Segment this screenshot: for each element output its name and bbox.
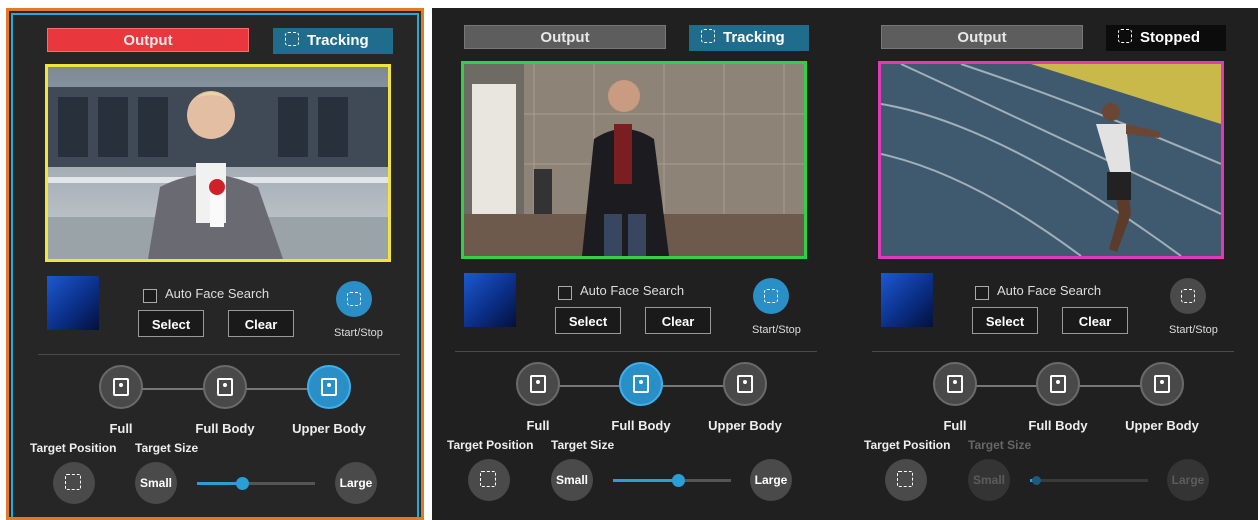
mode-full-label: Full <box>943 418 967 433</box>
select-button[interactable]: Select <box>138 310 204 337</box>
target-position-icon <box>480 471 496 487</box>
auto-face-search-label: Auto Face Search <box>997 283 1102 298</box>
tracking-frame-icon <box>1118 29 1132 43</box>
target-position-label: Target Position <box>864 438 951 452</box>
camera-panel-1: Output Tracking Auto Face Search Select … <box>6 8 424 520</box>
upper-body-icon <box>1154 375 1170 393</box>
auto-face-search-label: Auto Face Search <box>580 283 685 298</box>
mode-full-body-button[interactable] <box>619 362 663 406</box>
color-swatch <box>464 273 516 327</box>
start-stop-button[interactable] <box>1170 278 1206 314</box>
color-swatch <box>47 276 99 330</box>
size-small-button[interactable]: Small <box>551 459 593 501</box>
tracking-frame-icon <box>764 289 778 303</box>
tracking-frame-icon <box>1181 289 1195 303</box>
target-position-icon <box>65 474 81 490</box>
target-position-label: Target Position <box>30 441 117 455</box>
mode-full-body-label: Full Body <box>1028 418 1088 433</box>
mode-full-body-button[interactable] <box>1036 362 1080 406</box>
start-stop-label: Start/Stop <box>1169 324 1218 336</box>
divider <box>38 354 400 355</box>
mode-upper-body-label: Upper Body <box>292 421 366 436</box>
target-position-button[interactable] <box>885 459 927 501</box>
mode-full-body-label: Full Body <box>611 418 671 433</box>
mode-full-button[interactable] <box>933 362 977 406</box>
tracking-status-label: Stopped <box>1140 29 1200 46</box>
target-position-label: Target Position <box>447 438 534 452</box>
mode-full-button[interactable] <box>99 365 143 409</box>
full-frame-person-icon <box>947 375 963 393</box>
upper-body-icon <box>321 378 337 396</box>
size-small-button[interactable]: Small <box>968 459 1010 501</box>
full-frame-person-icon <box>530 375 546 393</box>
clear-button[interactable]: Clear <box>645 307 711 334</box>
divider <box>455 351 817 352</box>
slider-knob[interactable] <box>1031 476 1041 485</box>
auto-face-search-checkbox[interactable] <box>143 289 157 303</box>
auto-face-search-checkbox[interactable] <box>975 286 989 300</box>
clear-button[interactable]: Clear <box>228 310 294 337</box>
target-size-label: Target Size <box>135 441 199 455</box>
mode-upper-body-button[interactable] <box>1140 362 1184 406</box>
tracking-status-label: Tracking <box>723 29 785 46</box>
output-button[interactable]: Output <box>881 25 1083 49</box>
mode-full-body-label: Full Body <box>195 421 255 436</box>
mode-upper-body-button[interactable] <box>723 362 767 406</box>
target-size-label: Target Size <box>551 438 615 452</box>
tracking-status-label: Tracking <box>307 32 369 49</box>
size-large-button[interactable]: Large <box>750 459 792 501</box>
tracking-frame-icon <box>285 32 299 46</box>
mode-upper-body-button[interactable] <box>307 365 351 409</box>
target-position-button[interactable] <box>468 459 510 501</box>
camera-preview[interactable] <box>45 64 391 262</box>
target-size-slider[interactable] <box>613 474 731 487</box>
mode-upper-body-label: Upper Body <box>708 418 782 433</box>
tracking-frame-icon <box>701 29 715 43</box>
target-size-slider[interactable] <box>1030 476 1148 485</box>
clear-button[interactable]: Clear <box>1062 307 1128 334</box>
target-size-label: Target Size <box>968 438 1032 452</box>
auto-face-search-label: Auto Face Search <box>165 286 270 301</box>
upper-body-icon <box>737 375 753 393</box>
mode-full-label: Full <box>109 421 133 436</box>
camera-preview[interactable] <box>461 61 807 259</box>
target-size-slider[interactable] <box>197 477 315 490</box>
camera-panel-2: Output Tracking Auto Face Search Select … <box>432 8 850 520</box>
size-large-button[interactable]: Large <box>335 462 377 504</box>
start-stop-label: Start/Stop <box>334 327 383 339</box>
divider <box>872 351 1234 352</box>
preview-image <box>48 67 388 259</box>
mode-full-label: Full <box>526 418 550 433</box>
preview-image <box>881 64 1221 256</box>
mode-upper-body-label: Upper Body <box>1125 418 1199 433</box>
camera-panel-3: Output Stopped Auto Face Search Select C… <box>849 8 1258 520</box>
output-button[interactable]: Output <box>464 25 666 49</box>
mode-full-button[interactable] <box>516 362 560 406</box>
size-large-button[interactable]: Large <box>1167 459 1209 501</box>
start-stop-button[interactable] <box>336 281 372 317</box>
size-small-button[interactable]: Small <box>135 462 177 504</box>
tracking-status-button[interactable]: Tracking <box>273 28 393 54</box>
camera-preview[interactable] <box>878 61 1224 259</box>
auto-face-search-checkbox[interactable] <box>558 286 572 300</box>
target-position-icon <box>897 471 913 487</box>
full-body-icon <box>633 375 649 393</box>
mode-full-body-button[interactable] <box>203 365 247 409</box>
tracking-frame-icon <box>347 292 361 306</box>
preview-image <box>464 64 804 256</box>
tracking-status-button[interactable]: Tracking <box>689 25 809 51</box>
full-body-icon <box>217 378 233 396</box>
start-stop-button[interactable] <box>753 278 789 314</box>
target-position-button[interactable] <box>53 462 95 504</box>
select-button[interactable]: Select <box>972 307 1038 334</box>
full-body-icon <box>1050 375 1066 393</box>
tracking-status-button[interactable]: Stopped <box>1106 25 1226 51</box>
start-stop-label: Start/Stop <box>752 324 801 336</box>
slider-knob[interactable] <box>671 474 685 487</box>
slider-knob[interactable] <box>235 477 249 490</box>
select-button[interactable]: Select <box>555 307 621 334</box>
full-frame-person-icon <box>113 378 129 396</box>
output-button[interactable]: Output <box>47 28 249 52</box>
color-swatch <box>881 273 933 327</box>
